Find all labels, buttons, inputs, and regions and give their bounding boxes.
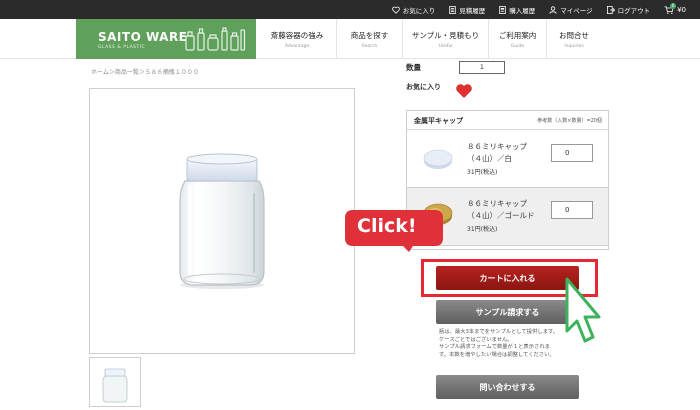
cap-option-name-line2: （４山）／ゴールド xyxy=(467,211,535,220)
sample-note-line: す。本数を増やしたい場合は調整してください。 xyxy=(439,351,555,358)
white-cap-image xyxy=(423,149,453,169)
receipt-icon xyxy=(499,5,506,14)
quote-history-link[interactable]: 見積履歴 xyxy=(449,5,485,15)
quantity-input[interactable]: 1 xyxy=(459,61,505,74)
cap-option-row: ８６ミリキャップ （４山）／白 31円(税込) 0 xyxy=(407,131,608,188)
cap-quantity-input[interactable]: 0 xyxy=(551,201,593,219)
nav-advantage[interactable]: 斎藤容器の強み Advantage xyxy=(258,19,337,59)
cap-option-price: 31円(税込) xyxy=(467,226,498,233)
nav-guide-sublabel: Guide xyxy=(510,44,525,49)
cap-quantity-input[interactable]: 0 xyxy=(551,144,593,162)
main-nav: 斎藤容器の強み Advantage 商品を探す Search サンプル・見積もり… xyxy=(258,19,601,59)
pointer-cursor-icon xyxy=(565,277,601,343)
nav-inquiries-label: お問合せ xyxy=(559,31,589,40)
cap-option-name-line2: （４山）／白 xyxy=(467,154,512,163)
add-to-cart-button[interactable]: カートに入れる xyxy=(436,266,579,290)
nav-sample-quote-label: サンプル・見積もり xyxy=(411,31,480,40)
cap-option-name-line1: ８６ミリキャップ xyxy=(467,199,527,208)
product-main-image[interactable] xyxy=(89,88,355,354)
nav-inquiries-sublabel: Inquiries xyxy=(564,44,584,49)
nav-guide-label: ご利用案内 xyxy=(498,31,537,40)
bottles-logo-icon xyxy=(185,27,246,51)
cap-options-header: 金属平キャップ 参考数（入数×数量）=20個 xyxy=(407,111,608,130)
nav-search-label: 商品を探す xyxy=(350,31,389,40)
sample-note-line: サンプル請求フォームで数量が１と表示されま xyxy=(439,344,550,351)
nav-advantage-label: 斎藤容器の強み xyxy=(270,31,324,40)
purchase-history-link-label: 購入履歴 xyxy=(509,6,536,15)
breadcrumb[interactable]: ホーム＞商品一覧＞５８６摘瓶１０００ xyxy=(91,67,199,76)
nav-guide[interactable]: ご利用案内 Guide xyxy=(489,19,547,59)
nav-inquiries[interactable]: お問合せ Inquiries xyxy=(547,19,601,59)
product-thumbnail[interactable] xyxy=(89,357,141,407)
mypage-link-label: マイページ xyxy=(560,6,593,15)
logo-title: SAITO WARE xyxy=(98,30,188,44)
heart-icon[interactable] xyxy=(455,83,473,99)
nav-advantage-sublabel: Advantage xyxy=(284,44,310,49)
logout-link[interactable]: ログアウト xyxy=(606,5,651,15)
cart-count-badge: 0 xyxy=(670,2,677,9)
nav-sample-quote-sublabel: Useful xyxy=(438,44,453,49)
quote-history-link-label: 見積履歴 xyxy=(459,6,486,15)
logout-icon xyxy=(606,5,615,14)
cart-link[interactable]: 0 ¥0 xyxy=(664,2,686,14)
favorite-label: お気に入り xyxy=(406,83,441,91)
click-callout-text: Click! xyxy=(357,215,417,237)
top-bar-menu: お気に入り 見積履歴 購入履歴 マイページ ログアウト 0 ¥0 xyxy=(391,0,686,19)
logout-link-label: ログアウト xyxy=(617,6,651,15)
favorites-link-label: お気に入り xyxy=(402,6,436,15)
document-icon xyxy=(449,5,456,14)
nav-search-sublabel: Search xyxy=(361,44,378,49)
glass-jar-thumbnail xyxy=(102,368,128,403)
cap-options-title: 金属平キャップ xyxy=(414,117,463,125)
heart-outline-icon xyxy=(391,6,400,14)
inquiry-button[interactable]: 問い合わせする xyxy=(436,375,579,399)
cap-option-price: 31円(税込) xyxy=(467,169,498,176)
mypage-link[interactable]: マイページ xyxy=(549,5,593,15)
glass-jar-image xyxy=(179,153,265,289)
cap-option-name-line1: ８６ミリキャップ xyxy=(467,142,527,151)
cart-total: ¥0 xyxy=(677,5,686,14)
nav-search[interactable]: 商品を探す Search xyxy=(337,19,403,59)
user-icon xyxy=(549,5,557,14)
request-sample-button[interactable]: サンプル請求する xyxy=(436,300,579,324)
favorites-link[interactable]: お気に入り xyxy=(391,5,436,15)
quantity-label: 数量 xyxy=(406,63,421,72)
top-bar: お気に入り 見積履歴 購入履歴 マイページ ログアウト 0 ¥0 xyxy=(0,0,700,19)
nav-sample-quote[interactable]: サンプル・見積もり Useful xyxy=(403,19,489,59)
site-logo[interactable]: SAITO WARE GLASS & PLASTIC xyxy=(76,19,256,59)
logo-subtitle: GLASS & PLASTIC xyxy=(98,45,146,50)
cap-options-note: 参考数（入数×数量）=20個 xyxy=(537,118,602,124)
purchase-history-link[interactable]: 購入履歴 xyxy=(499,5,535,15)
